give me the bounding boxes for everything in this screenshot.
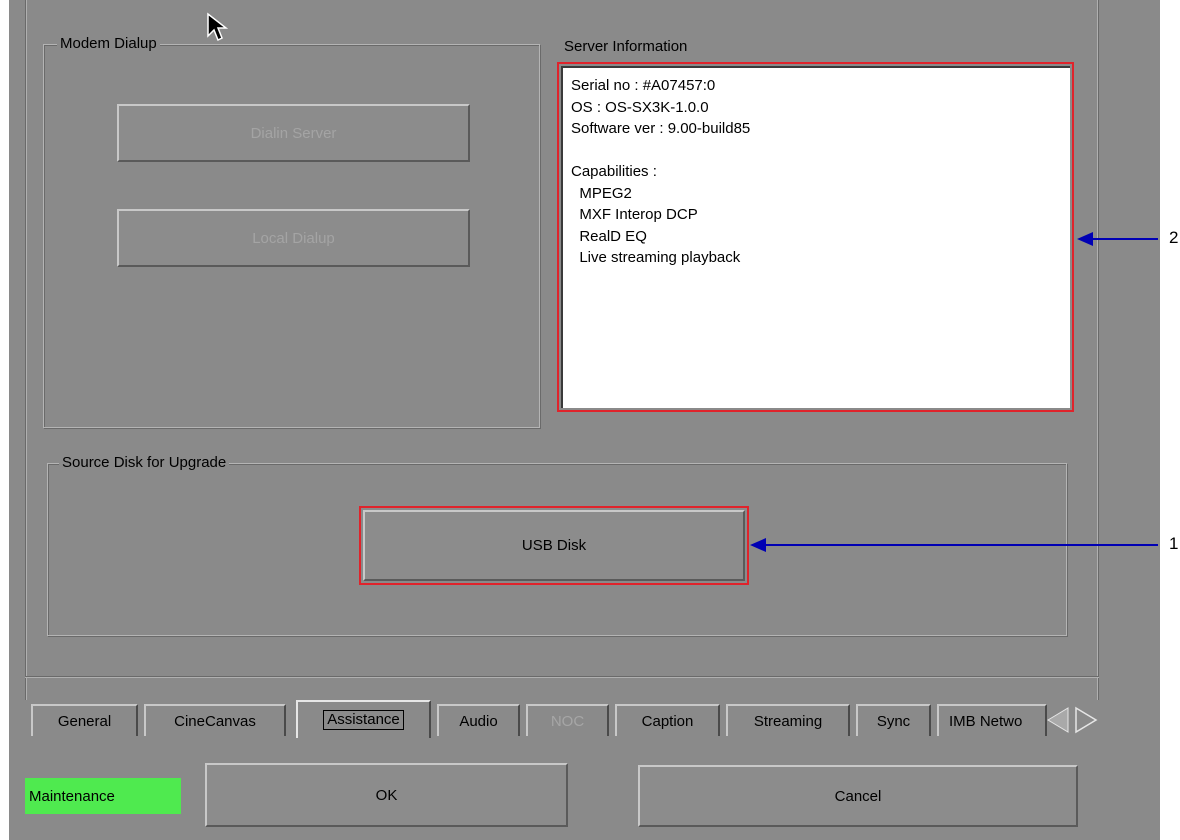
capability-item: MXF Interop DCP: [571, 206, 698, 223]
tab-general[interactable]: General: [31, 704, 138, 736]
tab-imb-network[interactable]: IMB Netwo: [937, 704, 1047, 736]
source-disk-title: Source Disk for Upgrade: [59, 454, 230, 471]
callout-1-arrow-line: [764, 544, 1158, 546]
triangle-left-icon[interactable]: [1046, 704, 1070, 736]
tab-noc[interactable]: NOC: [526, 704, 609, 736]
tab-sync-label: Sync: [876, 712, 911, 730]
ok-button[interactable]: OK: [205, 763, 568, 827]
tab-caption-label: Caption: [641, 712, 694, 730]
capability-item: MPEG2: [571, 184, 632, 202]
tab-streaming[interactable]: Streaming: [726, 704, 850, 736]
tab-caption[interactable]: Caption: [615, 704, 720, 736]
server-info-textbox[interactable]: Serial no : #A07457:0 OS : OS-SX3K-1.0.0…: [561, 66, 1070, 408]
callout-2-arrow-line: [1090, 238, 1158, 240]
tab-general-label: General: [57, 712, 112, 730]
capability-item: Live streaming playback: [571, 249, 741, 266]
local-dialup-button[interactable]: Local Dialup: [117, 209, 470, 267]
capabilities-heading: Capabilities :: [571, 163, 657, 180]
cancel-button[interactable]: Cancel: [638, 765, 1078, 827]
callout-1-label: 1: [1169, 534, 1179, 553]
server-info-title: Server Information: [564, 38, 688, 55]
usb-disk-button[interactable]: USB Disk: [363, 510, 745, 581]
callout-1-arrowhead-icon: [750, 538, 766, 552]
modem-dialup-title: Modem Dialup: [57, 35, 160, 52]
tab-imb-network-label: IMB Netwo: [949, 712, 1023, 730]
mouse-pointer-icon: [207, 12, 228, 42]
window-right-edge: [1160, 0, 1180, 840]
serial-number-line: Serial no : #A07457:0: [571, 77, 716, 94]
callout-2-arrowhead-icon: [1077, 232, 1093, 246]
tab-sync[interactable]: Sync: [856, 704, 931, 736]
window-left-edge: [0, 0, 9, 840]
software-version-line: Software ver : 9.00-build85: [571, 120, 751, 137]
dialin-server-button[interactable]: Dialin Server: [117, 104, 470, 162]
tab-cinecanvas[interactable]: CineCanvas: [144, 704, 286, 736]
capability-item: RealD EQ: [571, 227, 647, 245]
tab-audio-label: Audio: [459, 712, 498, 730]
tab-cinecanvas-label: CineCanvas: [174, 712, 256, 730]
panel-border-bottom: [25, 676, 1099, 678]
panel-border-left: [25, 0, 27, 700]
panel-border-right: [1097, 0, 1099, 700]
tab-audio[interactable]: Audio: [437, 704, 520, 736]
os-version-line: OS : OS-SX3K-1.0.0: [571, 98, 709, 116]
tab-streaming-label: Streaming: [753, 712, 823, 730]
callout-2-label: 2: [1169, 228, 1179, 247]
status-badge: Maintenance: [25, 778, 181, 814]
tab-assistance[interactable]: Assistance: [296, 700, 431, 738]
triangle-right-icon[interactable]: [1072, 704, 1098, 736]
tab-noc-label: NOC: [550, 712, 585, 730]
tab-assistance-label: Assistance: [323, 710, 404, 730]
